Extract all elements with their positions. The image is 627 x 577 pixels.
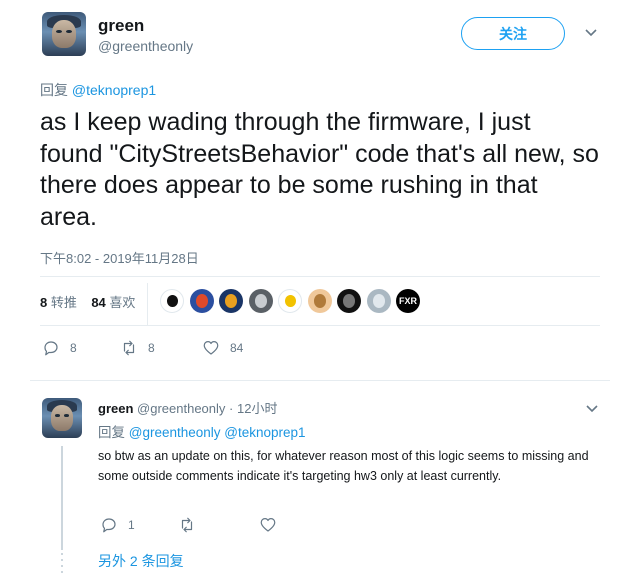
reply-mention-1[interactable]: @greentheonly	[129, 425, 221, 440]
reply-mention-2[interactable]: @teknoprep1	[224, 425, 305, 440]
thread-dot	[61, 565, 63, 567]
like-action[interactable]: 84	[202, 339, 243, 357]
likes-count[interactable]: 84	[91, 295, 105, 310]
author-avatar[interactable]	[42, 12, 86, 56]
replying-to: 回复 @teknoprep1	[40, 80, 156, 100]
follow-button[interactable]: 关注	[461, 17, 565, 50]
reply-count: 8	[70, 341, 77, 355]
heart-icon	[260, 518, 276, 532]
liker-avatar-4[interactable]	[248, 289, 273, 313]
liker-avatar-1[interactable]	[160, 289, 184, 313]
divider	[40, 325, 600, 326]
divider	[40, 276, 600, 277]
time-separator: ·	[229, 401, 234, 416]
reply-time[interactable]: 12小时	[237, 401, 277, 416]
thread-line	[61, 446, 63, 550]
retweet-icon	[123, 340, 135, 356]
liker-avatar-3[interactable]	[219, 289, 243, 313]
replying-prefix: 回复	[40, 82, 68, 98]
reply-text: so btw as an update on this, for whateve…	[98, 449, 589, 483]
reply-author-name[interactable]: green	[98, 401, 133, 416]
chevron-down-icon[interactable]	[584, 26, 598, 41]
author-name[interactable]: green	[98, 16, 144, 36]
reply-like-action[interactable]	[259, 516, 277, 534]
mention-link[interactable]: @teknoprep1	[72, 82, 156, 98]
retweets-label[interactable]: 转推	[51, 295, 77, 310]
reply-chevron-down-icon[interactable]	[585, 402, 599, 417]
show-more-replies-link[interactable]: 另外 2 条回复	[98, 551, 184, 571]
reply-icon	[102, 518, 116, 533]
tweet-text: as I keep wading through the firmware, I…	[40, 108, 599, 231]
reply-author-handle[interactable]: @greentheonly	[137, 401, 225, 416]
divider	[30, 380, 610, 381]
liker-avatar-2[interactable]	[189, 289, 214, 313]
heart-icon	[203, 341, 219, 355]
reply-icon	[44, 341, 58, 356]
retweet-count: 8	[148, 341, 155, 355]
reply-action[interactable]: 8	[42, 339, 77, 357]
retweets-count[interactable]: 8	[40, 295, 47, 310]
like-count: 84	[230, 341, 244, 355]
reply-replying-to: 回复 @greentheonly @teknoprep1	[98, 421, 306, 441]
liker-avatar-9[interactable]: FXR	[396, 289, 420, 313]
reply-author-avatar[interactable]	[42, 398, 82, 438]
reply-replying-prefix: 回复	[98, 425, 125, 440]
liker-avatar-8[interactable]	[366, 289, 391, 313]
engagement-stats: 8 转推 84 喜欢	[40, 292, 135, 311]
retweet-action[interactable]: 8	[120, 339, 155, 357]
tweet-timestamp[interactable]: 下午8:02 - 2019年11月28日	[40, 248, 199, 267]
reply-header: green @greentheonly · 12小时	[98, 398, 277, 417]
author-handle[interactable]: @greentheonly	[98, 38, 193, 54]
reply-reply-count: 1	[128, 518, 135, 532]
reply-retweet-action[interactable]	[178, 516, 196, 534]
thread-dot	[61, 553, 63, 555]
stats-separator	[147, 283, 148, 325]
retweet-icon	[181, 517, 193, 533]
liker-avatar-5[interactable]	[278, 289, 302, 313]
liker-avatar-6[interactable]	[307, 289, 332, 313]
thread-dot	[61, 559, 63, 561]
liker-avatar-7[interactable]	[337, 289, 361, 313]
thread-dot	[61, 571, 63, 573]
reply-reply-action[interactable]: 1	[100, 516, 135, 534]
likes-label[interactable]: 喜欢	[109, 295, 135, 310]
